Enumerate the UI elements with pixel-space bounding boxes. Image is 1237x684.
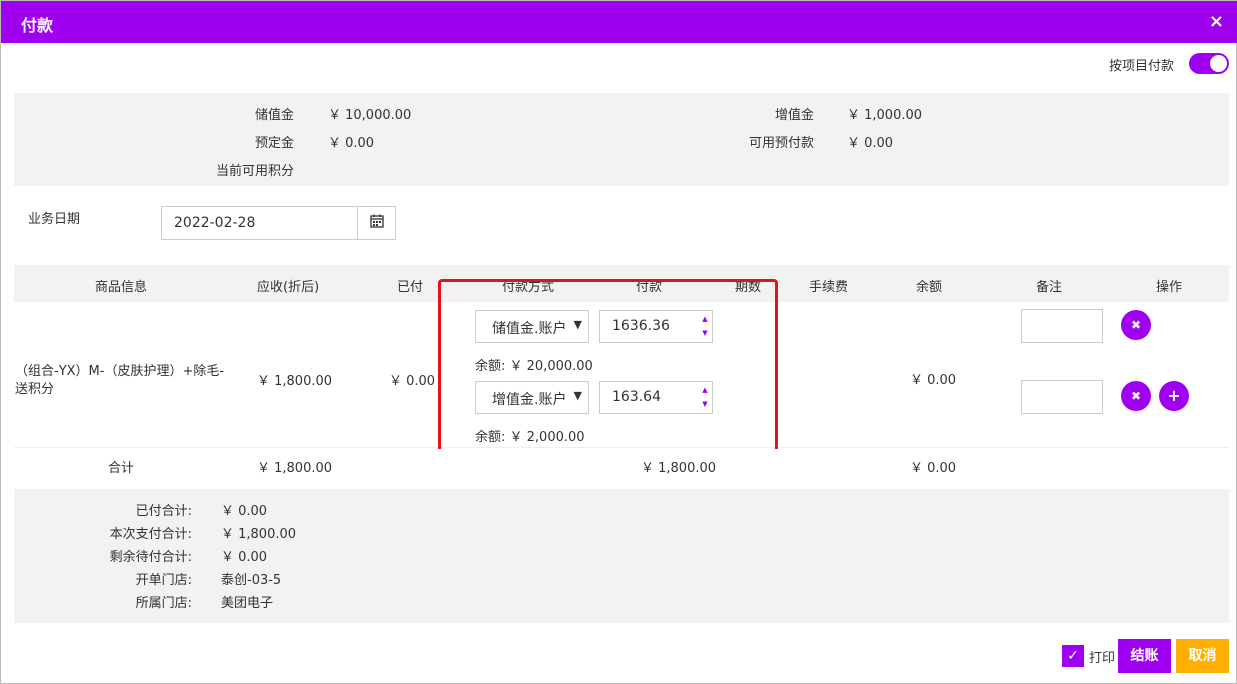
add-payment-button[interactable]: + [1159, 381, 1189, 411]
summary-label: 本次支付合计: [109, 527, 192, 542]
summary-value: ￥ 0.00 [221, 550, 268, 565]
pay-by-item-label: 按项目付款 [1109, 59, 1175, 74]
close-icon: ✖ [1130, 389, 1142, 403]
header-receivable: 应收(折后) [257, 280, 320, 295]
total-pay: ￥ 1,800.00 [641, 461, 717, 476]
print-checkbox[interactable]: ✓ [1062, 645, 1084, 667]
calendar-icon[interactable] [357, 206, 396, 240]
deposit-amount: ￥ 0.00 [328, 136, 375, 151]
business-date-label: 业务日期 [28, 212, 81, 227]
total-balance: ￥ 0.00 [910, 461, 957, 476]
payment-dialog: 付款 × 按项目付款 储值金 ￥ 10,000.00 增值金 ￥ 1,000.0… [0, 0, 1237, 684]
checkmark-icon: ✓ [1067, 648, 1079, 664]
deposit-label: 预定金 [254, 136, 294, 151]
header-product: 商品信息 [95, 280, 148, 295]
summary-panel: 已付合计: ￥ 0.00 本次支付合计: ￥ 1,800.00 剩余待付合计: … [14, 489, 1229, 623]
dialog-title: 付款 [21, 16, 54, 35]
cancel-button[interactable]: 取消 [1176, 639, 1229, 673]
paid-value: ￥ 0.00 [389, 374, 436, 389]
summary-label: 开单门店: [135, 573, 192, 588]
total-row: 合计 ￥ 1,800.00 ￥ 1,800.00 ￥ 0.00 [14, 449, 1229, 489]
dialog-titlebar: 付款 × [1, 1, 1237, 43]
stored-value-label: 储值金 [254, 108, 294, 123]
remove-payment-button-1[interactable]: ✖ [1121, 310, 1151, 340]
stored-value-amount: ￥ 10,000.00 [328, 108, 412, 123]
row-balance-value: ￥ 0.00 [910, 373, 957, 388]
checkout-button[interactable]: 结账 [1118, 639, 1171, 673]
highlight-box [438, 279, 778, 456]
plus-icon: + [1167, 386, 1181, 405]
toggle-knob [1210, 55, 1227, 72]
prepaid-amount: ￥ 0.00 [847, 136, 894, 151]
total-label: 合计 [108, 461, 135, 476]
summary-label: 剩余待付合计: [109, 550, 192, 565]
print-label: 打印 [1089, 651, 1116, 666]
prepaid-label: 可用预付款 [748, 136, 814, 151]
close-icon[interactable]: × [1209, 11, 1224, 32]
remark-input-1[interactable] [1021, 309, 1103, 343]
points-label: 当前可用积分 [215, 164, 294, 179]
product-name-line2: 送积分 [15, 382, 55, 397]
summary-label: 已付合计: [135, 504, 192, 519]
business-date-input[interactable]: 2022-02-28 [161, 206, 358, 240]
header-balance: 余额 [916, 280, 943, 295]
total-receivable: ￥ 1,800.00 [257, 461, 333, 476]
product-name-line1: （组合-YX）M-（皮肤护理）+除毛- [15, 364, 225, 379]
summary-value: ￥ 1,800.00 [221, 527, 297, 542]
bonus-value-label: 增值金 [774, 108, 814, 123]
header-paid: 已付 [397, 280, 424, 295]
bonus-value-amount: ￥ 1,000.00 [847, 108, 923, 123]
balance-panel: 储值金 ￥ 10,000.00 增值金 ￥ 1,000.00 预定金 ￥ 0.0… [14, 93, 1229, 186]
remove-payment-button-2[interactable]: ✖ [1121, 381, 1151, 411]
summary-label: 所属门店: [135, 596, 192, 611]
header-fee: 手续费 [809, 280, 849, 295]
pay-by-item-toggle[interactable] [1189, 53, 1229, 74]
remark-input-2[interactable] [1021, 380, 1103, 414]
close-icon: ✖ [1130, 318, 1142, 332]
summary-value: 美团电子 [221, 596, 274, 611]
receivable-value: ￥ 1,800.00 [257, 374, 333, 389]
header-action: 操作 [1156, 280, 1183, 295]
summary-value: 泰创-03-5 [221, 573, 282, 588]
summary-value: ￥ 0.00 [221, 504, 268, 519]
header-remark: 备注 [1036, 280, 1063, 295]
